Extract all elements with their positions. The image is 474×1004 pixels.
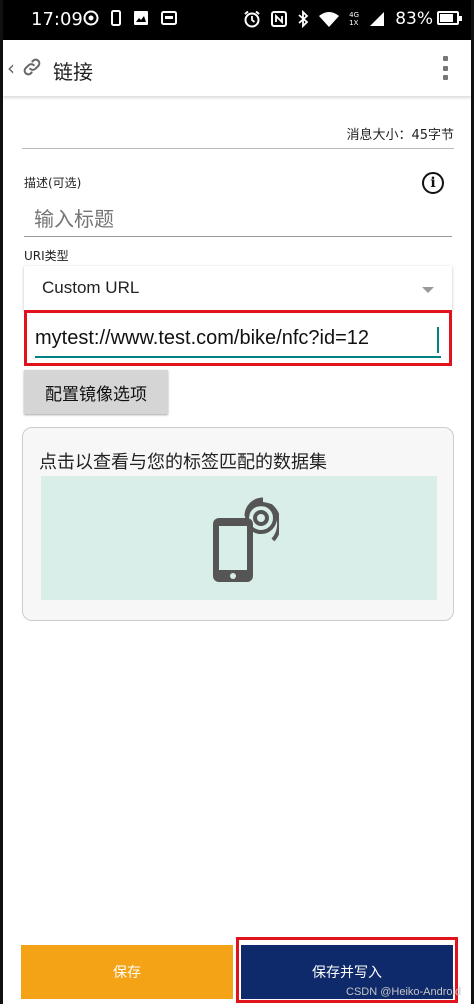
app-notification-icon — [83, 10, 99, 26]
text-cursor — [437, 327, 439, 353]
save-button[interactable]: 保存 — [21, 945, 233, 999]
url-input[interactable]: mytest://www.test.com/bike/nfc?id=12 — [35, 327, 439, 353]
dataset-illustration — [41, 476, 437, 600]
link-icon — [23, 58, 41, 76]
status-bar: 17:09 4G 1X 83% — [3, 0, 471, 40]
alarm-icon — [244, 10, 260, 28]
network-type-bottom: 1X — [349, 19, 359, 27]
app-bar: ‹ 链接 — [3, 40, 471, 96]
frame-left-edge — [0, 0, 3, 1004]
back-chevron-icon[interactable]: ‹ — [7, 56, 15, 80]
status-notification-icons — [83, 10, 177, 26]
card-notification-icon — [161, 11, 177, 25]
info-icon[interactable]: i — [422, 172, 444, 194]
title-input-underline — [24, 236, 452, 237]
configure-mirror-options-button[interactable]: 配置镜像选项 — [24, 370, 168, 414]
url-field-highlight: mytest://www.test.com/bike/nfc?id=12 — [24, 310, 452, 366]
description-label: 描述(可选) — [24, 176, 82, 190]
uri-type-dropdown[interactable]: Custom URL — [24, 266, 452, 310]
network-type-top: 4G — [349, 11, 359, 19]
status-system-icons: 4G 1X — [243, 10, 385, 28]
title-input[interactable] — [34, 203, 450, 235]
battery-icon — [437, 11, 462, 25]
wifi-icon — [319, 12, 340, 27]
url-input-underline — [35, 356, 441, 358]
status-time: 17:09 — [31, 9, 83, 30]
image-notification-icon — [134, 11, 148, 25]
nfc-phone-icon — [213, 497, 279, 582]
watermark-text: CSDN @Heiko-Android — [346, 986, 462, 998]
page-title: 链接 — [53, 60, 93, 84]
dropdown-caret-icon — [422, 287, 434, 293]
uri-type-selected-value: Custom URL — [42, 278, 140, 297]
dataset-card-text: 点击以查看与您的标签匹配的数据集 — [39, 452, 327, 473]
more-vert-icon[interactable] — [443, 56, 449, 80]
battery-percentage: 83% — [395, 9, 433, 29]
message-size-divider — [22, 148, 454, 149]
message-size-text: 消息大小：45字节 — [346, 128, 454, 143]
nfc-icon — [271, 11, 288, 27]
bluetooth-icon — [298, 10, 309, 28]
cell-signal-icon — [370, 12, 384, 26]
network-type-indicator: 4G 1X — [349, 11, 359, 27]
phone-notification-icon — [111, 10, 121, 26]
uri-type-label: URI类型 — [24, 249, 69, 263]
dataset-match-card[interactable]: 点击以查看与您的标签匹配的数据集 — [22, 427, 454, 621]
